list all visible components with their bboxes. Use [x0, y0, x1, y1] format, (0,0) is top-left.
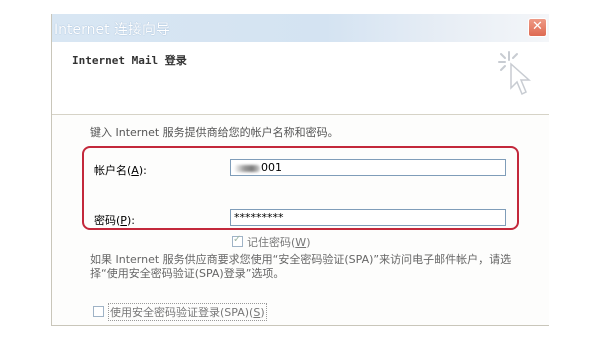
title-bar[interactable]: Internet 连接向导 ✕ [52, 14, 549, 42]
remember-password-checkbox[interactable] [232, 234, 243, 247]
spa-description: 如果 Internet 服务供应商要求您使用“安全密码验证(SPA)”来访问电子… [90, 253, 512, 280]
close-button[interactable]: ✕ [528, 18, 547, 37]
account-name-input[interactable]: 001 [230, 159, 506, 176]
account-label: 帐户名(A): [94, 164, 147, 177]
password-input[interactable]: ********* [230, 209, 506, 226]
page-title: Internet Mail 登录 [72, 54, 187, 67]
wizard-sparkle-cursor-icon [498, 51, 531, 96]
remember-password-label: 记住密码(W) [247, 236, 311, 249]
intro-text: 键入 Internet 服务提供商给您的帐户名称和密码。 [90, 126, 339, 139]
wizard-window: Internet 连接向导 ✕ Internet Mail 登录 键入 Inte… [51, 14, 549, 326]
spa-checkbox[interactable] [93, 306, 104, 317]
spa-label: 使用安全密码验证登录(SPA)(S) [108, 303, 267, 321]
wizard-body: 键入 Internet 服务提供商给您的帐户名称和密码。 帐户名(A): 001… [52, 115, 549, 325]
password-label: 密码(P): [94, 214, 135, 227]
wizard-header: Internet Mail 登录 [52, 42, 549, 114]
window-title: Internet 连接向导 [54, 22, 171, 38]
redacted-text [234, 164, 260, 172]
